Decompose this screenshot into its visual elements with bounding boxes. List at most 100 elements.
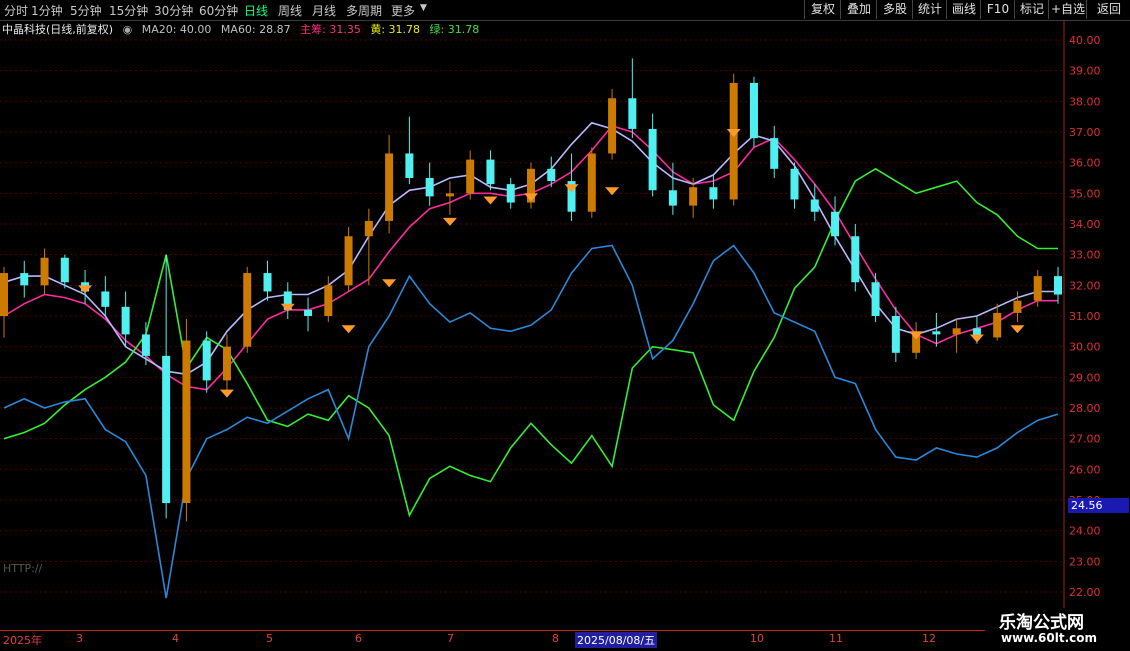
candle-body: [324, 285, 333, 316]
candle-body: [182, 340, 191, 504]
period-tab-monthly[interactable]: 月线: [312, 2, 336, 19]
date-axis[interactable]: 2025年 3 4 5 6 7 8 2025/08/08/五 10 11 12: [0, 630, 1130, 651]
collapse-icon[interactable]: ◉: [123, 23, 133, 36]
selected-date-label: 2025/08/08/五: [575, 632, 658, 648]
candle-body: [790, 168, 799, 200]
legend-ma60: MA60: 28.87: [220, 23, 291, 36]
overlay-button[interactable]: 叠加: [840, 0, 877, 19]
legend-main: 主筹: 31.35: [300, 23, 361, 36]
toolbar: 分时 1分钟 5分钟 15分钟 30分钟 60分钟 日线 周线 月线 多周期 更…: [0, 0, 1130, 21]
candle-body: [831, 211, 840, 237]
candle-body: [20, 273, 29, 286]
watermark: 乐淘公式网 www.60lt.com: [985, 608, 1130, 648]
statistics-button[interactable]: 统计: [912, 0, 947, 19]
signal-marker: [442, 217, 457, 226]
period-tab-15min[interactable]: 15分钟: [109, 2, 148, 19]
f10-button[interactable]: F10: [980, 0, 1015, 19]
signal-marker: [483, 196, 498, 205]
date-label: 8: [552, 632, 559, 645]
signal-marker: [564, 184, 579, 193]
indicator-legend: 中晶科技(日线,前复权) ◉ MA20: 40.00 MA60: 28.87 主…: [2, 21, 485, 37]
candle-body: [1013, 300, 1022, 313]
period-tab-timeline[interactable]: 分时: [4, 2, 28, 19]
candle-body: [709, 187, 718, 200]
signal-marker: [341, 325, 356, 334]
candle-body: [1054, 276, 1062, 295]
candle-body: [749, 82, 758, 139]
candle-body: [608, 98, 617, 154]
multi-stock-button[interactable]: 多股: [876, 0, 913, 19]
period-tab-multi[interactable]: 多周期: [346, 2, 382, 19]
candle-body: [871, 282, 880, 316]
candlestick-series: [0, 58, 1062, 522]
series-line-3: [3, 244, 1059, 599]
candle-body: [101, 291, 110, 307]
add-favorite-button[interactable]: +自选: [1048, 0, 1087, 19]
candle-body: [445, 193, 454, 197]
candle-body: [385, 153, 394, 221]
candle-body: [486, 159, 495, 185]
candle-body: [40, 257, 49, 286]
candle-body: [60, 257, 69, 283]
candle-body: [851, 236, 860, 283]
date-label: 4: [172, 632, 179, 645]
signal-marker: [219, 389, 234, 398]
candle-body: [0, 273, 8, 316]
candle-body: [364, 220, 373, 237]
candle-body: [425, 178, 434, 197]
period-tab-5min[interactable]: 5分钟: [70, 2, 102, 19]
period-tab-60min[interactable]: 60分钟: [199, 2, 238, 19]
candle-body: [202, 340, 211, 381]
http-text: HTTP://: [3, 562, 43, 575]
date-label: 3: [76, 632, 83, 645]
candle-body: [689, 187, 698, 206]
legend-green: 绿: 31.78: [429, 23, 480, 36]
candle-body: [121, 306, 130, 335]
period-tab-more[interactable]: 更多: [391, 2, 415, 19]
candle-body: [628, 98, 637, 129]
signal-marker: [909, 331, 924, 340]
candle-body: [243, 273, 252, 347]
indicator-lines: [3, 121, 1059, 599]
candle-body: [567, 181, 576, 212]
candle-body: [810, 199, 819, 212]
candle-body: [466, 159, 475, 194]
date-label: 2025年: [3, 634, 42, 647]
date-label: 11: [829, 632, 843, 645]
signal-marker: [280, 303, 295, 312]
price-chart[interactable]: 40.0039.0038.0037.0036.0035.0034.0033.00…: [0, 0, 1130, 650]
candle-body: [547, 168, 556, 182]
candle-body: [587, 153, 596, 212]
candle-body: [283, 291, 292, 310]
candle-body: [527, 168, 535, 203]
candle-body: [770, 138, 779, 169]
series-line-2: [3, 167, 1058, 518]
back-button[interactable]: 返回: [1086, 0, 1130, 19]
candle-body: [344, 236, 353, 286]
candle-body: [952, 328, 961, 335]
signal-marker: [726, 129, 741, 137]
period-tab-daily[interactable]: 日线: [244, 2, 268, 19]
period-tab-weekly[interactable]: 周线: [278, 2, 302, 19]
candle-body: [506, 184, 515, 203]
candle-body: [263, 273, 272, 292]
candle-body: [729, 82, 738, 200]
current-price-label: 24.56: [1068, 498, 1129, 513]
more-chevron-icon[interactable]: ▼: [420, 3, 427, 13]
period-tab-1min[interactable]: 1分钟: [31, 2, 63, 19]
legend-ma20: MA20: 40.00: [141, 23, 212, 36]
date-label: 7: [447, 632, 454, 645]
signal-marker: [524, 193, 538, 202]
date-label: 5: [266, 632, 273, 645]
date-label: 6: [355, 632, 362, 645]
draw-line-button[interactable]: 画线: [946, 0, 981, 19]
fuquan-button[interactable]: 复权: [804, 0, 841, 19]
signal-markers: [78, 129, 1025, 398]
candle-body: [81, 282, 90, 292]
period-tab-30min[interactable]: 30分钟: [154, 2, 193, 19]
candle-body: [932, 331, 941, 335]
mark-button[interactable]: 标记: [1014, 0, 1049, 19]
signal-marker: [969, 334, 984, 343]
candle-body: [141, 334, 150, 356]
series-line-1: [3, 121, 1058, 376]
